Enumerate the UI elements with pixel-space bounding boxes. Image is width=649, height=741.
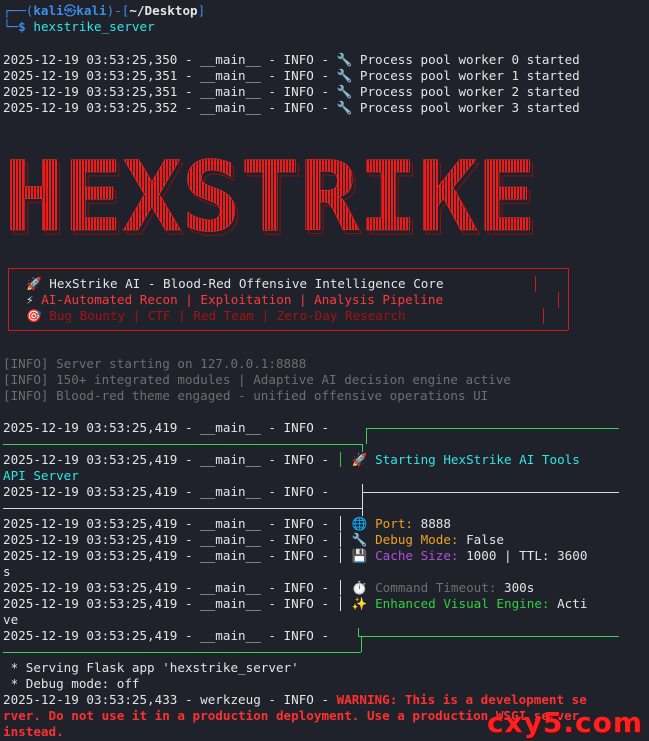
log-prefix-2: 2025-12-19 03:53:25,419 - __main__ - INF… [3,484,330,499]
log-timeout: 2025-12-19 03:53:25,419 - __main__ - INF… [3,580,535,595]
info-line-3: 🎯 Bug Bounty | CTF | Red Team | Zero-Day… [26,308,406,323]
log-debug: 2025-12-19 03:53:25,419 - __main__ - INF… [3,532,505,547]
server-info-2: [INFO] Blood-red theme engaged - unified… [3,388,489,403]
log-start-server: 2025-12-19 03:53:25,419 - __main__ - INF… [3,452,580,467]
rocket-icon: 🚀 [351,452,368,467]
prompt-dir: ~/Desktop [129,3,198,18]
pool-log-0: 2025-12-19 03:53:25,350 - __main__ - INF… [3,52,580,67]
log-prefix-3: 2025-12-19 03:53:25,419 - __main__ - INF… [3,628,330,643]
flask-debug: * Debug mode: off [3,676,140,691]
prompt-at: ㉿ [63,3,77,18]
server-info-0: [INFO] Server starting on 127.0.0.1:8888 [3,356,307,371]
prompt-user: kali [33,3,64,18]
lightning-icon: ⚡ [26,292,34,307]
target-icon: 🎯 [26,308,42,323]
hexstrike-banner-art: HEXSTRIKE HEXSTRIKE [4,141,540,258]
info-line-2: ⚡ AI-Automated Recon | Exploitation | An… [26,292,444,307]
watermark-logo: cxy5.com [486,706,643,739]
wrench-icon: 🔧 [351,532,368,547]
rocket-icon: 🚀 [26,276,42,291]
server-info-1: [INFO] 150+ integrated modules | Adaptiv… [3,372,511,387]
globe-icon: 🌐 [351,516,368,531]
warning-line-3: instead. [3,724,64,739]
prompt-host: kali [76,3,107,18]
flask-serving: * Serving Flask app 'hexstrike_server' [3,660,299,675]
command-line: └─$ hexstrike_server [3,19,155,34]
hexstrike-banner-text: HEXSTRIKE [4,141,536,253]
log-cache: 2025-12-19 03:53:25,419 - __main__ - INF… [3,548,588,563]
command-text: hexstrike_server [33,19,155,34]
pool-log-1: 2025-12-19 03:53:25,351 - __main__ - INF… [3,68,580,83]
info-line-1: 🚀 HexStrike AI - Blood-Red Offensive Int… [26,276,444,291]
start-server-wrap: API Server [3,468,79,483]
prompt-line: ┌──(kali㉿kali)-[~/Desktop] [3,3,206,18]
visual-wrap: ve [3,612,19,627]
prompt-dollar: $ [18,19,26,34]
hexstrike-banner: HEXSTRIKE HEXSTRIKE [4,141,544,258]
log-port: 2025-12-19 03:53:25,419 - __main__ - INF… [3,516,451,531]
stopwatch-icon: ⏱️ [351,580,368,595]
pool-log-2: 2025-12-19 03:53:25,351 - __main__ - INF… [3,84,580,99]
log-visual: 2025-12-19 03:53:25,419 - __main__ - INF… [3,596,588,611]
floppy-disk-icon: 💾 [351,548,368,563]
pool-log-3: 2025-12-19 03:53:25,352 - __main__ - INF… [3,100,580,115]
sparkles-icon: ✨ [351,596,368,611]
log-prefix-1: 2025-12-19 03:53:25,419 - __main__ - INF… [3,420,330,435]
cache-wrap: s [3,564,11,579]
